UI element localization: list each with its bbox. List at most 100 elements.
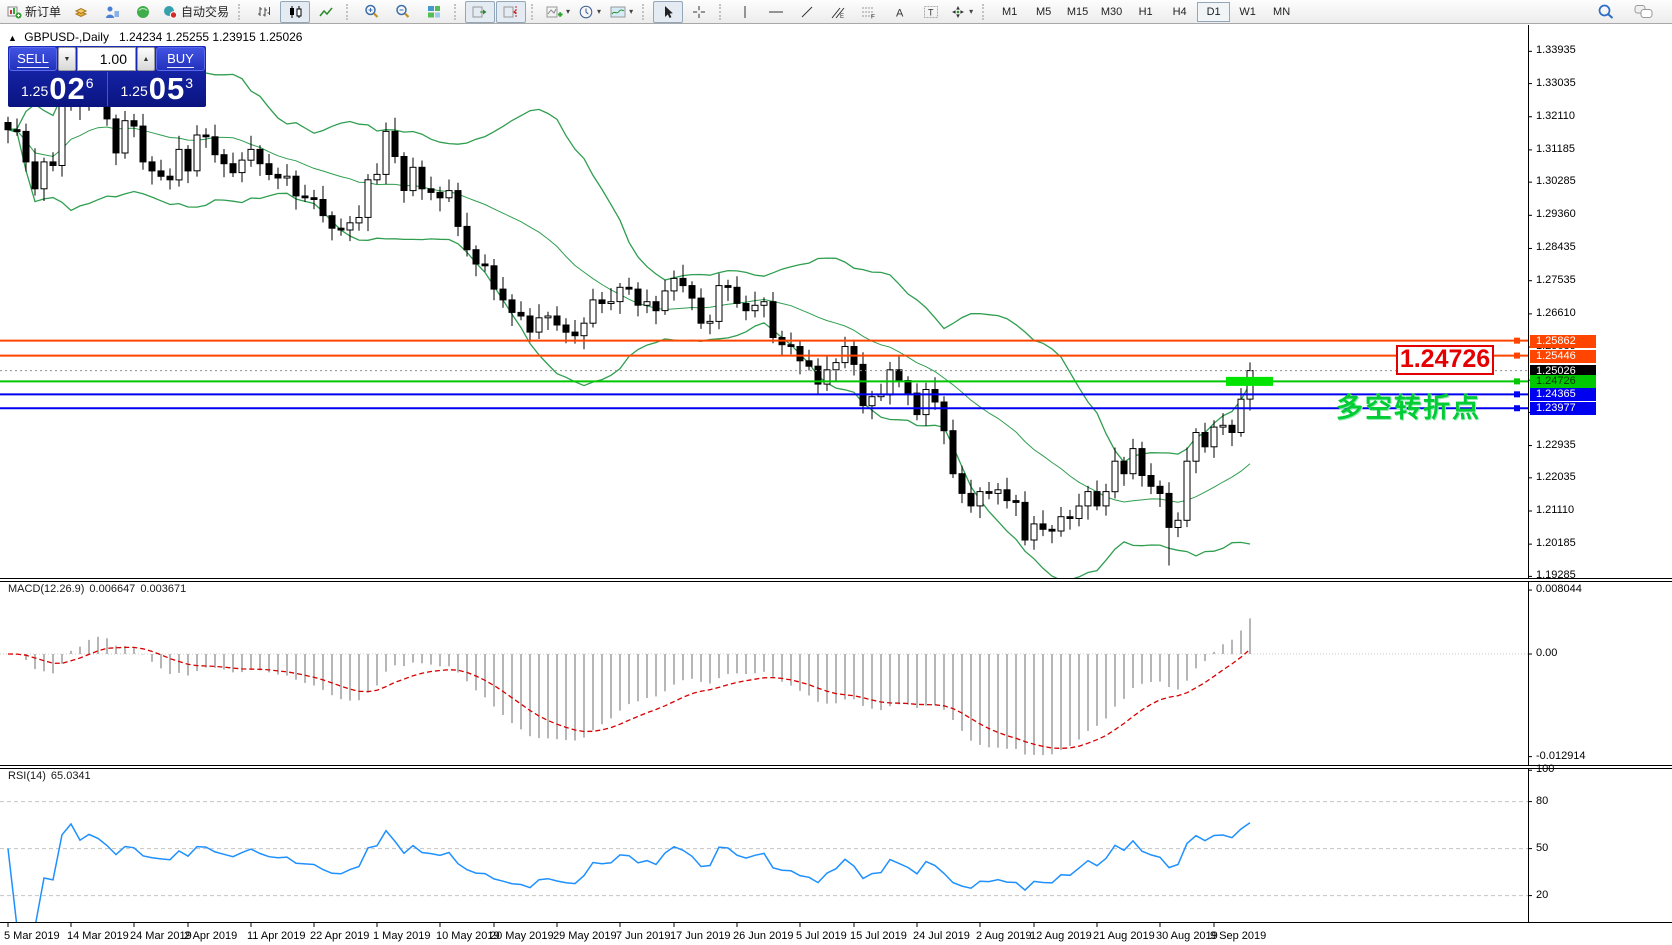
navigator-button[interactable]	[97, 1, 127, 23]
macd-axis-tick: 0.008044	[1536, 583, 1582, 596]
bar-chart-button[interactable]	[249, 1, 279, 23]
price-axis-tick: 1.20185	[1536, 537, 1576, 550]
crosshair-icon	[692, 5, 706, 19]
rsi-axis-tick: 20	[1536, 889, 1548, 902]
date-axis-tick: 11 Apr 2019	[247, 930, 306, 943]
date-axis-tick: 15 Jul 2019	[850, 930, 907, 943]
one-click-trading-panel: SELL ▼ 1.00 ▲ BUY 1.25026 1.25053	[8, 46, 206, 107]
tf-mn-button[interactable]: MN	[1265, 2, 1298, 22]
templates-icon	[610, 5, 626, 19]
buy-button[interactable]: BUY	[156, 47, 205, 71]
fibonacci-button[interactable]: F	[854, 1, 884, 23]
date-axis-tick: 17 Jun 2019	[670, 930, 731, 943]
templates-button[interactable]: ▾	[606, 1, 637, 23]
svg-text:A: A	[896, 7, 904, 19]
volume-increase-button[interactable]: ▲	[137, 47, 155, 71]
zoom-in-button[interactable]	[357, 1, 387, 23]
community-chat-button[interactable]	[1629, 1, 1659, 23]
buy-price[interactable]: 1.25053	[107, 72, 207, 106]
tf-m5-button[interactable]: M5	[1027, 2, 1060, 22]
bar-chart-icon	[257, 5, 272, 19]
tf-m15-button[interactable]: M15	[1061, 2, 1094, 22]
date-axis-tick: 1 May 2019	[373, 930, 430, 943]
macd-axis-tick: -0.012914	[1536, 750, 1586, 763]
new-order-icon	[7, 5, 22, 19]
date-axis-tick: 5 Mar 2019	[4, 930, 60, 943]
chart-shift-button[interactable]	[496, 1, 526, 23]
periods-button[interactable]: ▾	[575, 1, 605, 23]
volume-decrease-button[interactable]: ▼	[58, 47, 76, 71]
rsi-axis-tick: 80	[1536, 795, 1548, 808]
trend-line-button[interactable]	[792, 1, 822, 23]
arrows-tool-button[interactable]: ▾	[947, 1, 977, 23]
zoom-out-button[interactable]	[388, 1, 418, 23]
toolbar-separator	[346, 4, 352, 20]
triangle-down-icon: ▼	[64, 56, 71, 63]
toolbar-separator	[719, 4, 725, 20]
chevron-down-icon: ▾	[566, 7, 570, 16]
pivot-note-text[interactable]: 多空转折点	[1336, 386, 1481, 425]
vertical-line-button[interactable]	[730, 1, 760, 23]
date-axis-border	[0, 922, 1672, 923]
cursor-button[interactable]	[653, 1, 683, 23]
indicators-button[interactable]: ▾	[542, 1, 574, 23]
line-chart-button[interactable]	[311, 1, 341, 23]
rsi-panel-splitter[interactable]	[0, 765, 1672, 769]
rsi-name: RSI(14)	[8, 770, 46, 782]
tf-m1-button[interactable]: M1	[993, 2, 1026, 22]
candlestick-chart-icon	[288, 5, 303, 19]
sell-button[interactable]: SELL	[9, 47, 57, 71]
rsi-indicator-label: RSI(14) 65.0341	[8, 770, 96, 782]
tf-d1-button[interactable]: D1	[1197, 2, 1230, 22]
date-axis-tick: 30 Aug 2019	[1156, 930, 1218, 943]
date-axis-tick: 2 Aug 2019	[976, 930, 1032, 943]
price-callout-box[interactable]: 1.24726	[1396, 345, 1494, 375]
svg-text:E: E	[840, 14, 844, 19]
toolbar-separator	[982, 4, 988, 20]
price-axis-tick: 1.22935	[1536, 439, 1576, 452]
price-tag: 1.24726	[1530, 375, 1596, 388]
text-label-button[interactable]: T	[916, 1, 946, 23]
chart-title: ▲ GBPUSD-,Daily 1.24234 1.25255 1.23915 …	[8, 30, 302, 44]
chat-icon	[1634, 4, 1654, 19]
market-watch-button[interactable]	[66, 1, 96, 23]
price-axis-tick: 1.32110	[1536, 110, 1575, 123]
tile-windows-button[interactable]	[419, 1, 449, 23]
tf-h1-button[interactable]: H1	[1129, 2, 1162, 22]
text-icon: A	[894, 5, 906, 19]
text-button[interactable]: A	[885, 1, 915, 23]
autotrading-label: 自动交易	[181, 3, 229, 20]
svg-text:F: F	[871, 13, 875, 19]
tf-w1-button[interactable]: W1	[1231, 2, 1264, 22]
price-axis-tick: 1.24760	[1536, 373, 1576, 386]
chart-canvas[interactable]	[0, 25, 1528, 922]
macd-panel-splitter[interactable]	[0, 578, 1672, 582]
tf-m30-button[interactable]: M30	[1095, 2, 1128, 22]
new-order-button[interactable]: 新订单	[3, 1, 65, 23]
zoom-out-icon	[395, 4, 411, 19]
equidistant-channel-icon: E	[830, 5, 846, 19]
sell-price-prefix: 1.25	[21, 78, 48, 104]
price-axis-tick: 1.25685	[1536, 340, 1576, 353]
date-axis-tick: 10 May 2019	[436, 930, 500, 943]
tf-h4-button[interactable]: H4	[1163, 2, 1196, 22]
macd-main-value: 0.006647	[89, 583, 135, 595]
rsi-value: 65.0341	[51, 770, 91, 782]
search-symbol-button[interactable]	[1591, 1, 1621, 23]
volume-input[interactable]: 1.00	[77, 47, 136, 71]
auto-scroll-button[interactable]	[465, 1, 495, 23]
sell-price[interactable]: 1.25026	[8, 72, 107, 106]
terminal-button[interactable]	[128, 1, 158, 23]
equidistant-channel-button[interactable]: E	[823, 1, 853, 23]
one-click-toggle-icon[interactable]: ▲	[8, 33, 17, 43]
autotrading-button[interactable]: 自动交易	[159, 1, 233, 23]
price-tag: 1.25026	[1530, 365, 1596, 378]
toolbar-separator	[531, 4, 537, 20]
horizontal-line-button[interactable]	[761, 1, 791, 23]
crosshair-button[interactable]	[684, 1, 714, 23]
buy-price-pip: 3	[185, 75, 193, 91]
candlestick-chart-button[interactable]	[280, 1, 310, 23]
vertical-line-icon	[739, 5, 751, 19]
chevron-down-icon: ▾	[969, 7, 973, 16]
date-axis-tick: 21 Aug 2019	[1093, 930, 1155, 943]
